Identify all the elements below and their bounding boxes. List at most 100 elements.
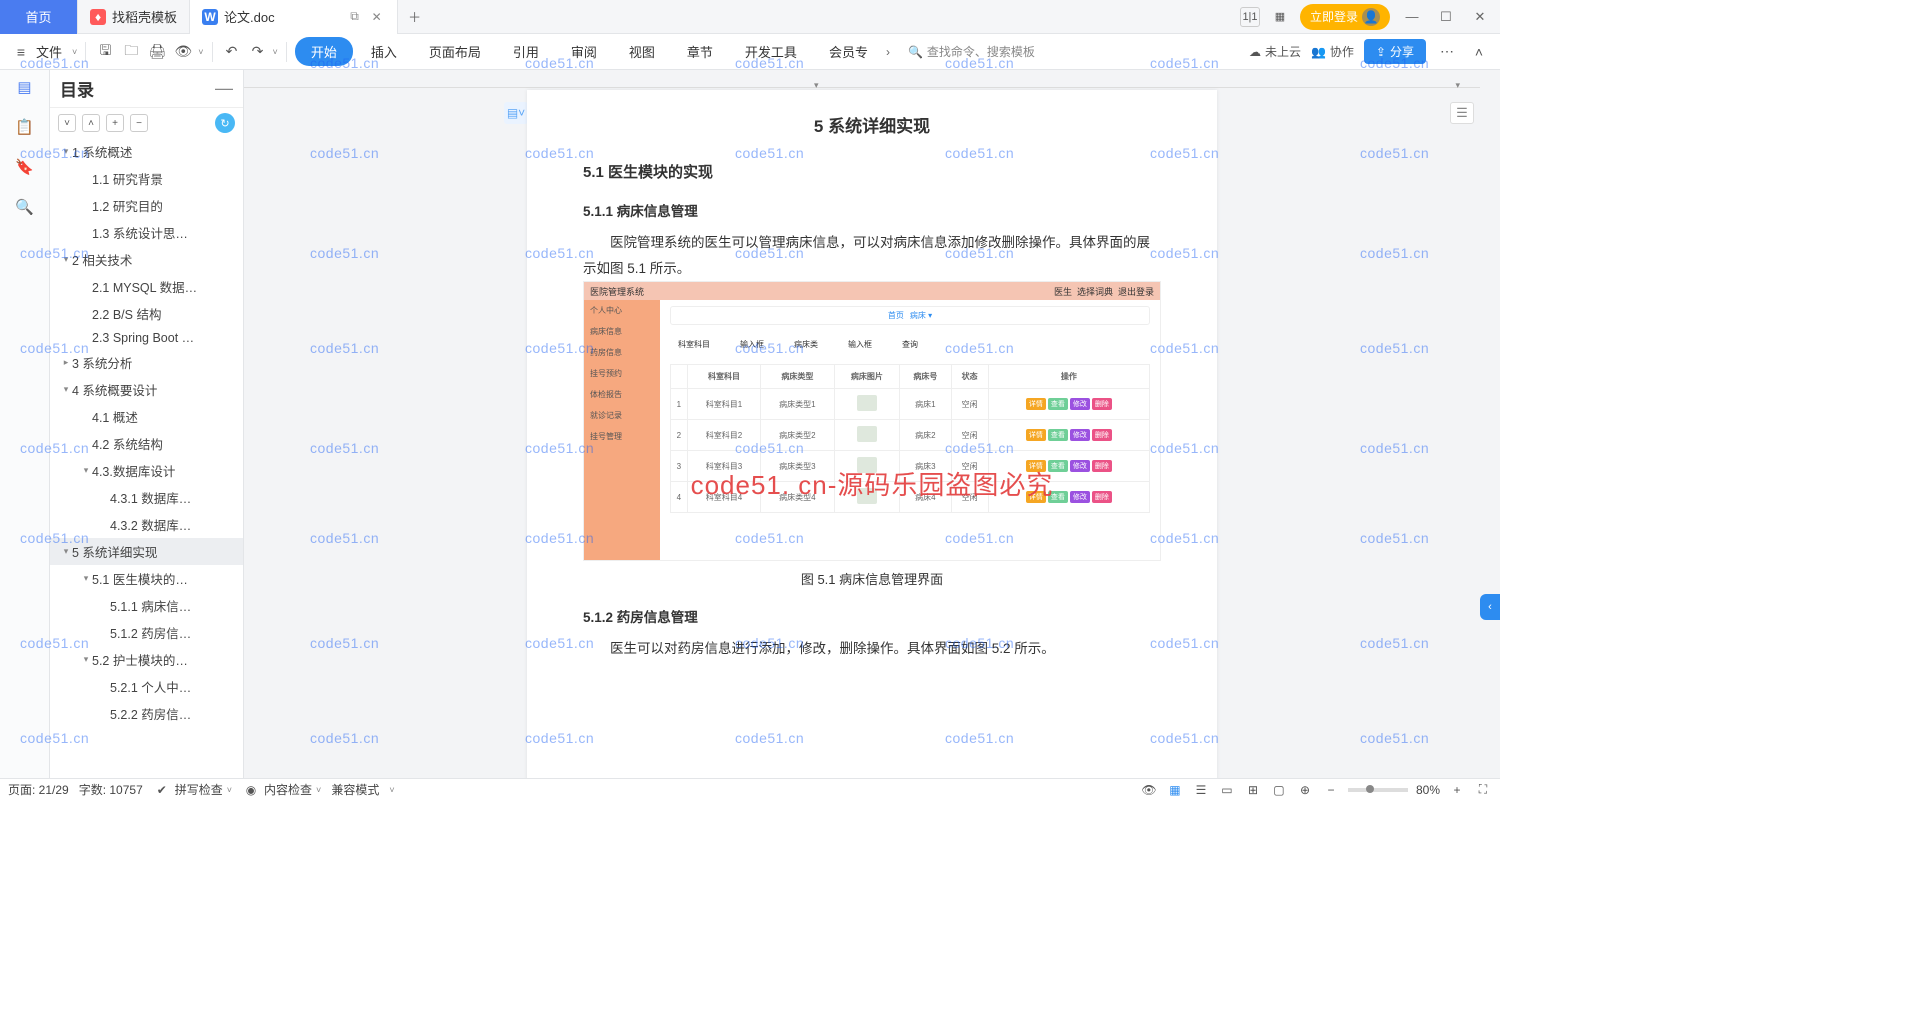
document-page[interactable]: 5 系统详细实现 5.1 医生模块的实现 5.1.1 病床信息管理 医院管理系统… [527, 90, 1217, 778]
outline-item[interactable]: 4.2 系统结构 [50, 430, 243, 457]
tab-review[interactable]: 审阅 [557, 36, 611, 67]
chevron-icon: ▾ [80, 465, 92, 476]
outline-item[interactable]: ▾1 系统概述 [50, 138, 243, 165]
outline-item[interactable]: ▾5.1 医生模块的… [50, 565, 243, 592]
clipboard-icon[interactable]: 📋 [14, 116, 36, 138]
side-handle-icon[interactable]: ‹ [1480, 594, 1500, 620]
save-icon[interactable]: 🖫 [94, 41, 116, 63]
ribbon-right: ☁ 未上云 👥 协作 ⇪ 分享 ⋯ ˄ [1249, 39, 1490, 64]
chevron-icon: ▾ [60, 546, 72, 557]
tab-document[interactable]: W 论文.doc ⧉ ✕ [190, 0, 398, 34]
outline-item[interactable]: 4.1 概述 [50, 403, 243, 430]
outline-item[interactable]: ▾4.3.数据库设计 [50, 457, 243, 484]
outline-item[interactable]: 5.2.1 个人中… [50, 673, 243, 700]
view-web-icon[interactable]: ⊞ [1244, 781, 1262, 799]
popout-icon[interactable]: ⧉ [347, 9, 363, 25]
zoom-out-icon[interactable]: − [1322, 781, 1340, 799]
outline-item[interactable]: ▾4 系统概要设计 [50, 376, 243, 403]
remove-item-icon[interactable]: − [130, 114, 148, 132]
chevron-up-icon[interactable]: ˄ [1468, 41, 1490, 63]
add-item-icon[interactable]: + [106, 114, 124, 132]
view-page-icon[interactable]: ▦ [1166, 781, 1184, 799]
maximize-icon[interactable]: ☐ [1434, 5, 1458, 29]
outline-item[interactable]: 2.1 MYSQL 数据… [50, 273, 243, 300]
file-menu[interactable]: 文件 [36, 42, 62, 61]
close-window-icon[interactable]: ✕ [1468, 5, 1492, 29]
heading-3: 5.1.1 病床信息管理 [583, 200, 1161, 220]
outline-item[interactable]: ▸3 系统分析 [50, 349, 243, 376]
expand-all-icon[interactable]: ˅ [58, 114, 76, 132]
zoom-fit-icon[interactable]: ⊕ [1296, 781, 1314, 799]
outline-item[interactable]: 5.2.2 药房信… [50, 700, 243, 727]
layout-icon[interactable]: 1|1 [1240, 7, 1260, 27]
tab-layout[interactable]: 页面布局 [415, 36, 495, 67]
outline-item[interactable]: 1.1 研究背景 [50, 165, 243, 192]
outline-item[interactable]: ▾2 相关技术 [50, 246, 243, 273]
search-rail-icon[interactable]: 🔍 [14, 196, 36, 218]
print-icon[interactable]: 🖨 [146, 41, 168, 63]
ruler-marker-icon[interactable]: ▾ [1455, 80, 1460, 91]
collab-button[interactable]: 👥 协作 [1311, 43, 1354, 60]
view-outline-icon[interactable]: ☰ [1192, 781, 1210, 799]
view-print-icon[interactable]: ▢ [1270, 781, 1288, 799]
zoom-in-icon[interactable]: + [1448, 781, 1466, 799]
redo-icon[interactable]: ↷ [247, 41, 269, 63]
tab-home[interactable]: 首页 [0, 0, 78, 34]
outline-item-label: 5.1.1 病床信… [110, 596, 191, 615]
bookmark-icon[interactable]: 🔖 [14, 156, 36, 178]
outline-panel: 目录 — ˅ ˄ + − ↻ ▾1 系统概述1.1 研究背景1.2 研究目的1.… [50, 70, 244, 778]
document-area: ▾ ▾ ▤˅ ☰ 5 系统详细实现 5.1 医生模块的实现 5.1.1 病床信息… [244, 70, 1500, 778]
tab-insert[interactable]: 插入 [357, 36, 411, 67]
status-right: 👁 ▦ ☰ ▭ ⊞ ▢ ⊕ − 80% + ⛶ [1140, 781, 1492, 799]
tab-templates[interactable]: ♦ 找稻壳模板 [78, 0, 190, 34]
tab-chapter[interactable]: 章节 [673, 36, 727, 67]
sync-icon[interactable]: ↻ [215, 113, 235, 133]
save-as-icon[interactable]: 🗀 [120, 41, 142, 63]
outline-item[interactable]: 4.3.2 数据库… [50, 511, 243, 538]
outline-toggle-icon[interactable]: ▤ [14, 76, 36, 98]
page-count[interactable]: 页面: 21/29 [8, 781, 69, 798]
fullscreen-icon[interactable]: ⛶ [1474, 781, 1492, 799]
close-icon[interactable]: ✕ [369, 9, 385, 25]
outline-item[interactable]: 4.3.1 数据库… [50, 484, 243, 511]
tab-start[interactable]: 开始 [295, 37, 353, 66]
new-tab-button[interactable]: ＋ [398, 7, 432, 26]
minimize-icon[interactable]: — [1400, 5, 1424, 29]
tab-member[interactable]: 会员专 [815, 36, 882, 67]
menu-icon[interactable]: ≡ [10, 41, 32, 63]
eye-icon[interactable]: 👁 [1140, 781, 1158, 799]
outline-item[interactable]: 1.2 研究目的 [50, 192, 243, 219]
zoom-level[interactable]: 80% [1416, 783, 1440, 797]
outline-item-label: 2.1 MYSQL 数据… [92, 277, 197, 296]
undo-icon[interactable]: ↶ [221, 41, 243, 63]
outline-item[interactable]: 5.1.1 病床信… [50, 592, 243, 619]
view-read-icon[interactable]: ▭ [1218, 781, 1236, 799]
spellcheck-button[interactable]: ✔拼写检查˅ [153, 781, 232, 799]
outline-item[interactable]: ▾5 系统详细实现 [50, 538, 243, 565]
share-button[interactable]: ⇪ 分享 [1364, 39, 1426, 64]
command-search[interactable]: 🔍 查找命令、搜索模板 [908, 43, 1035, 60]
collapse-all-icon[interactable]: ˄ [82, 114, 100, 132]
outline-item-label: 2.2 B/S 结构 [92, 304, 161, 323]
content-check-button[interactable]: ◉内容检查˅ [242, 781, 321, 799]
outline-item[interactable]: 2.2 B/S 结构 [50, 300, 243, 327]
collapse-icon[interactable]: — [215, 78, 233, 99]
outline-item[interactable]: 1.3 系统设计思… [50, 219, 243, 246]
heading-3: 5.1.2 药房信息管理 [583, 606, 1161, 626]
tab-view[interactable]: 视图 [615, 36, 669, 67]
preview-icon[interactable]: 👁 [172, 41, 194, 63]
tab-devtools[interactable]: 开发工具 [731, 36, 811, 67]
apps-icon[interactable]: ▦ [1270, 7, 1290, 27]
login-button[interactable]: 立即登录 👤 [1300, 4, 1390, 30]
compat-mode[interactable]: 兼容模式 [331, 781, 379, 798]
outline-item[interactable]: 2.3 Spring Boot … [50, 327, 243, 349]
word-count[interactable]: 字数: 10757 [79, 781, 143, 798]
outline-item-label: 4.3.2 数据库… [110, 515, 191, 534]
tab-reference[interactable]: 引用 [499, 36, 553, 67]
options-float-icon[interactable]: ☰ [1450, 102, 1474, 124]
more-icon[interactable]: ⋯ [1436, 41, 1458, 63]
outline-item[interactable]: ▾5.2 护士模块的… [50, 646, 243, 673]
outline-item[interactable]: 5.1.2 药房信… [50, 619, 243, 646]
insert-float-icon[interactable]: ▤˅ [504, 102, 528, 124]
cloud-status[interactable]: ☁ 未上云 [1249, 43, 1301, 60]
